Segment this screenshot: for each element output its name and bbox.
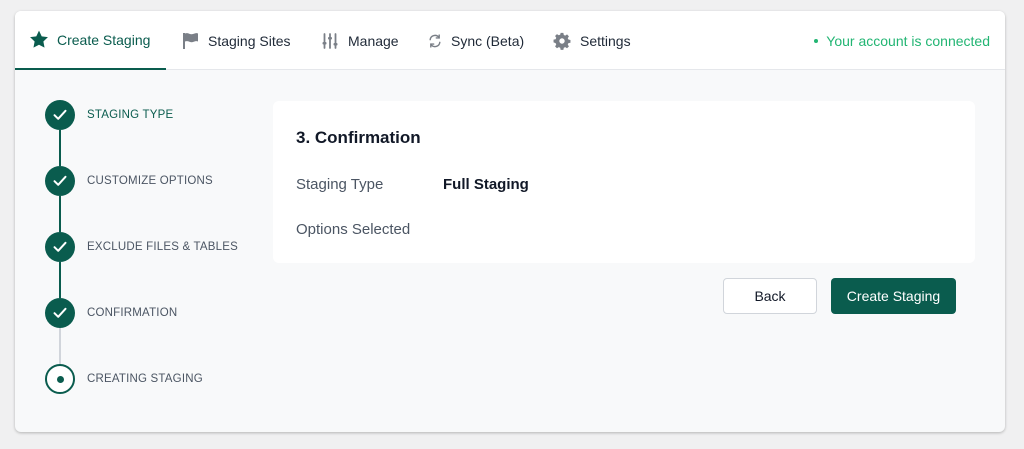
connection-status-text: Your account is connected: [826, 32, 990, 49]
step-label: CUSTOMIZE OPTIONS: [87, 175, 213, 187]
step-creating-staging: CREATING STAGING: [45, 364, 203, 394]
check-icon: [45, 232, 75, 262]
progress-stepper: STAGING TYPE CUSTOMIZE OPTIONS EXCLUDE F…: [15, 70, 275, 432]
star-icon: [29, 30, 49, 49]
step-staging-type: STAGING TYPE: [45, 100, 173, 130]
current-step-dot: [56, 375, 64, 383]
check-icon: [45, 298, 75, 328]
create-staging-button[interactable]: Create Staging: [831, 278, 956, 314]
flag-icon: [181, 32, 201, 49]
staging-type-value: Full Staging: [443, 176, 529, 193]
step-label: CREATING STAGING: [87, 373, 203, 385]
step-label: EXCLUDE FILES & TABLES: [87, 241, 238, 253]
tab-sync-beta[interactable]: Sync (Beta): [427, 11, 539, 70]
tab-create-staging[interactable]: Create Staging: [15, 11, 166, 70]
tab-label: Create Staging: [57, 31, 151, 48]
step-label: CONFIRMATION: [87, 307, 178, 319]
tab-manage[interactable]: Manage: [321, 11, 411, 70]
step-connector: [59, 130, 61, 166]
step-connector: [59, 328, 61, 364]
staging-type-row: Staging Type Full Staging: [296, 176, 529, 193]
connection-status: Your account is connected: [814, 11, 990, 70]
check-icon: [45, 100, 75, 130]
step-exclude-files-tables: EXCLUDE FILES & TABLES: [45, 232, 238, 262]
tab-label: Sync (Beta): [451, 32, 525, 49]
panel-title: 3. Confirmation: [296, 128, 421, 147]
step-customize-options: CUSTOMIZE OPTIONS: [45, 166, 213, 196]
tab-staging-sites[interactable]: Staging Sites: [181, 11, 301, 70]
check-icon: [45, 166, 75, 196]
confirmation-panel: 3. Confirmation Staging Type Full Staging…: [273, 101, 975, 263]
tab-label: Manage: [348, 32, 399, 49]
step-connector: [59, 262, 61, 298]
step-confirmation: CONFIRMATION: [45, 298, 177, 328]
step-connector: [59, 196, 61, 232]
staging-type-label: Staging Type: [296, 176, 384, 193]
step-label: STAGING TYPE: [87, 109, 174, 121]
sliders-icon: [321, 32, 339, 49]
options-selected-label: Options Selected: [296, 221, 411, 238]
back-button[interactable]: Back: [723, 278, 817, 314]
status-dot: [814, 38, 819, 43]
wizard-card: Create Staging Staging Sites Manage Sync…: [15, 11, 1005, 432]
options-selected-row: Options Selected: [296, 221, 443, 238]
current-step-icon: [45, 364, 75, 394]
tab-label: Settings: [580, 32, 631, 49]
top-nav: Create Staging Staging Sites Manage Sync…: [15, 11, 1005, 70]
sync-icon: [427, 33, 443, 48]
tab-settings[interactable]: Settings: [553, 11, 653, 70]
tab-label: Staging Sites: [208, 32, 291, 49]
gear-icon: [553, 32, 571, 50]
